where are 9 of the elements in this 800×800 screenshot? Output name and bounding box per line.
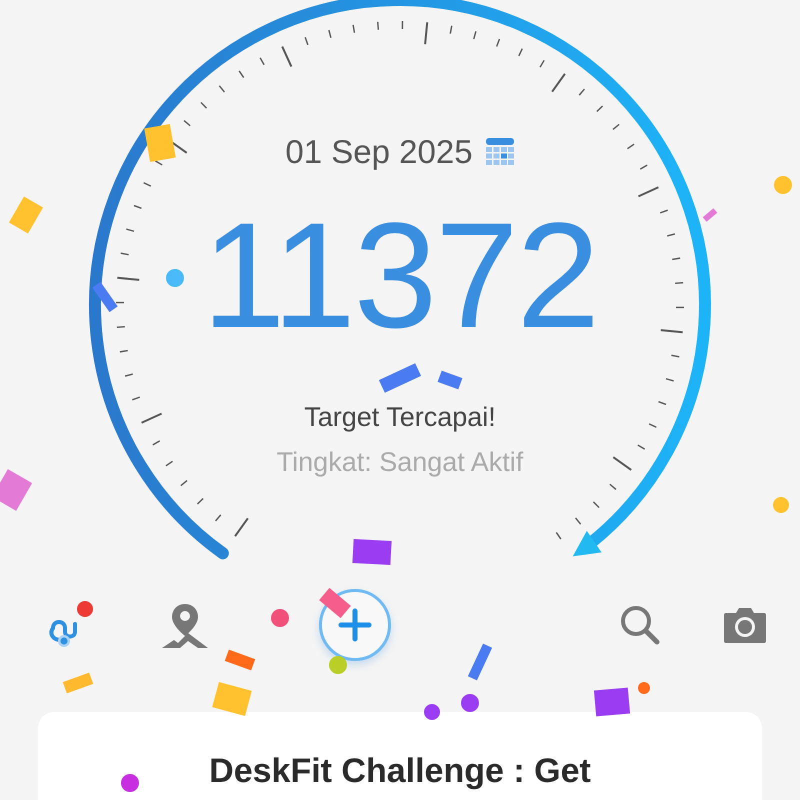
search-icon[interactable]: [618, 603, 662, 647]
step-count: 11372: [202, 193, 598, 358]
card-title: DeskFit Challenge : Get: [209, 752, 591, 792]
calendar-icon[interactable]: [484, 137, 515, 167]
date-label: 01 Sep 2025: [285, 133, 473, 171]
camera-icon[interactable]: [722, 605, 768, 645]
activity-level-text: Tingkat: Sangat Aktif: [276, 447, 524, 478]
add-button[interactable]: [319, 589, 391, 661]
status-text: Target Tercapai!: [304, 402, 496, 433]
